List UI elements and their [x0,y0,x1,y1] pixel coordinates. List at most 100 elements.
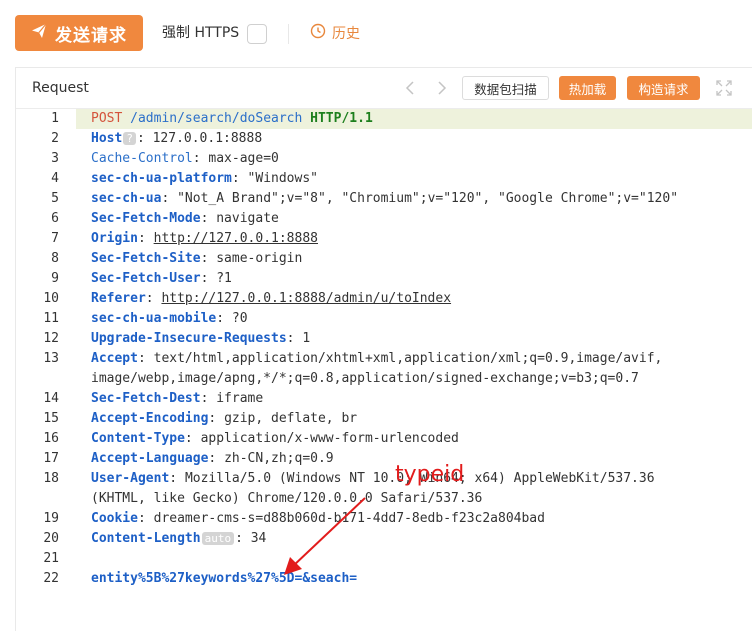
force-https-label: 强制 HTTPS [162,25,240,41]
annotation-text: typeid [395,462,465,487]
header-value: 1 [302,331,311,346]
line-number: 16 [43,431,59,446]
header-line: Sec-Fetch-User: ?1 [91,271,232,286]
panel-title: Request [32,80,89,96]
line-number: 19 [43,511,59,526]
chevron-right-icon[interactable] [432,79,450,97]
line-number: 13 [43,351,59,366]
header-name: Sec-Fetch-Dest [91,391,201,406]
header-badge: ? [123,132,136,145]
line-number: 15 [43,411,59,426]
header-line: Host?: 127.0.0.1:8888 [91,131,263,146]
header-value: max-age=0 [208,151,279,166]
request-line: POST /admin/search/doSearch HTTP/1.1 [91,109,373,129]
chevron-left-icon[interactable] [402,79,420,97]
header-name: Sec-Fetch-Site [91,251,201,266]
line-number: 12 [43,331,59,346]
header-line: Cache-Control: max-age=0 [91,151,279,166]
http-protocol: HTTP/1.1 [310,111,373,126]
header-line: sec-ch-ua-mobile: ?0 [91,311,248,326]
header-line: User-Agent: Mozilla/5.0 (Windows NT 10.0… [91,471,655,486]
header-line: Sec-Fetch-Dest: iframe [91,391,264,406]
header-line: sec-ch-ua: "Not_A Brand";v="8", "Chromiu… [91,191,679,206]
line-number: 22 [43,571,59,586]
header-value: gzip, deflate, br [224,411,358,426]
header-line-wrap: image/webp,image/apng,*/*;q=0.8,applicat… [91,371,639,386]
header-line: Referer: http://127.0.0.1:8888/admin/u/t… [91,291,452,306]
header-name: Content-Length [91,531,201,546]
request-toolbar: 发送请求 强制 HTTPS 历史 [0,0,752,66]
header-value: "Windows" [247,171,318,186]
header-name: Accept-Encoding [91,411,209,426]
header-line: Sec-Fetch-Site: same-origin [91,251,303,266]
line-number: 10 [43,291,59,306]
build-request-button[interactable]: 构造请求 [627,76,700,100]
request-panel: Request 数据包扫描 热加载 构造请求 1 2 3 4 5 6 7 8 9 [15,67,752,631]
header-value: 34 [250,531,267,546]
line-number: 20 [43,531,59,546]
header-line: Origin: http://127.0.0.1:8888 [91,231,318,246]
line-number: 11 [43,311,59,326]
line-number: 5 [51,191,59,206]
send-icon [31,23,47,43]
header-value-link[interactable]: http://127.0.0.1:8888 [154,231,318,246]
header-name: sec-ch-ua-mobile [91,311,217,326]
header-line: Accept-Language: zh-CN,zh;q=0.9 [91,451,334,466]
header-name: Cookie [91,511,138,526]
header-value: zh-CN,zh;q=0.9 [224,451,334,466]
header-value: application/x-www-form-urlencoded [200,431,459,446]
header-line: Content-Length auto: 34 [91,531,267,546]
header-value-link[interactable]: http://127.0.0.1:8888/admin/u/toIndex [161,291,451,306]
line-number: 7 [51,231,59,246]
header-name: User-Agent [91,471,170,486]
packet-scan-button[interactable]: 数据包扫描 [462,76,549,100]
header-value: ?1 [216,271,232,286]
header-name: Content-Type [91,431,185,446]
line-number: 21 [43,551,59,566]
header-line: Upgrade-Insecure-Requests: 1 [91,331,311,346]
request-path: /admin/search/doSearch [130,111,303,126]
header-name: Upgrade-Insecure-Requests [91,331,287,346]
header-value: iframe [216,391,264,406]
line-number: 1 [51,111,59,126]
header-name: Sec-Fetch-User [91,271,201,286]
line-number: 17 [43,451,59,466]
header-name: Host [91,131,123,146]
line-number: 8 [51,251,59,266]
line-number: 4 [51,171,59,186]
line-number: 2 [51,131,59,146]
header-line: Accept-Encoding: gzip, deflate, br [91,411,358,426]
history-button[interactable]: 历史 [310,22,360,44]
header-value: same-origin [216,251,303,266]
line-number: 6 [51,211,59,226]
annotation-arrow-icon [284,497,366,575]
header-value: text/html,application/xhtml+xml,applicat… [153,351,663,366]
code-editor[interactable]: 1 2 3 4 5 6 7 8 9 10 11 12 13 14 15 16 1… [16,109,752,631]
header-line: sec-ch-ua-platform: "Windows" [91,171,318,186]
header-value: ?0 [231,311,248,326]
header-line: Sec-Fetch-Mode: navigate [91,211,279,226]
header-name: sec-ch-ua-platform [91,171,232,186]
header-name: Sec-Fetch-Mode [91,211,201,226]
request-panel-header: Request 数据包扫描 热加载 构造请求 [16,68,752,109]
header-value: "Not_A Brand";v="8", "Chromium";v="120",… [177,191,679,206]
header-name: Accept [91,351,138,366]
history-label: 历史 [332,26,360,42]
line-number: 9 [51,271,59,286]
send-request-button[interactable]: 发送请求 [15,15,143,51]
divider [288,24,289,44]
header-name: Accept-Language [91,451,209,466]
hot-load-button[interactable]: 热加载 [559,76,616,100]
header-value: 127.0.0.1:8888 [152,131,263,146]
line-number: 3 [51,151,59,166]
http-method: POST [91,111,123,126]
line-number: 18 [43,471,59,486]
header-line: Content-Type: application/x-www-form-url… [91,431,459,446]
send-request-label: 发送请求 [55,25,127,46]
header-name: Origin [91,231,138,246]
header-value: navigate [216,211,279,226]
expand-icon[interactable] [716,80,732,96]
force-https-checkbox[interactable] [247,24,267,44]
line-number: 14 [43,391,59,406]
header-name: sec-ch-ua [91,191,162,206]
